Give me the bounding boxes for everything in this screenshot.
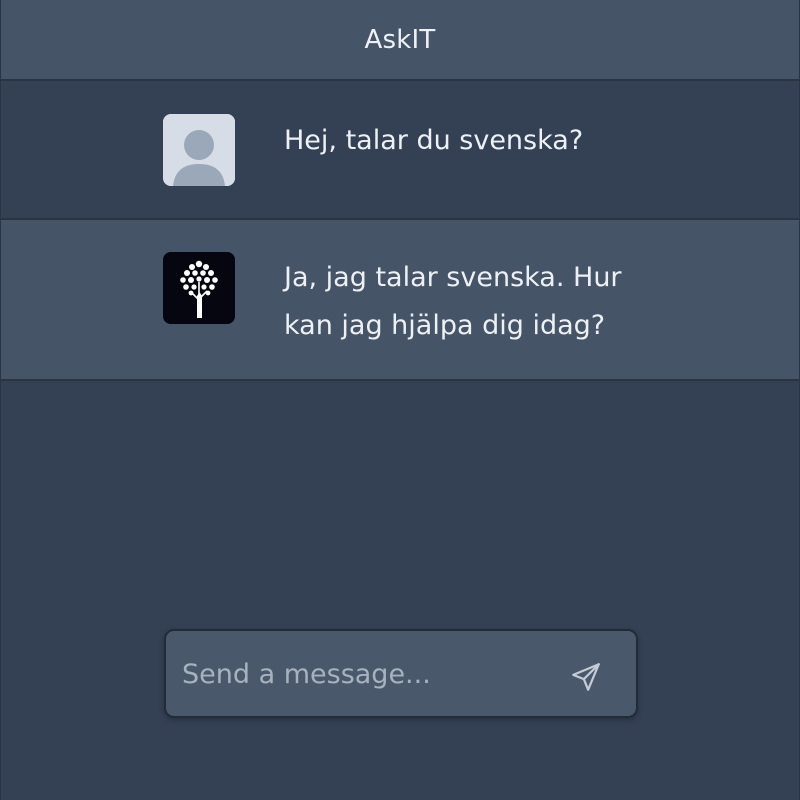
app-header: AskIT: [1, 0, 799, 81]
chat-app: AskIT Hej, talar du svenska? Ja, jag tal…: [0, 0, 800, 800]
user-message-text: Hej, talar du svenska?: [284, 125, 584, 156]
user-avatar-icon: [163, 114, 235, 186]
message-input[interactable]: [182, 651, 542, 697]
tree-logo-icon: [163, 252, 235, 324]
send-icon: [572, 663, 600, 691]
assistant-message: Ja, jag talar svenska. Hur kan jag hjälp…: [1, 220, 799, 381]
assistant-message-text: Ja, jag talar svenska. Hur kan jag hjälp…: [284, 262, 622, 341]
send-button[interactable]: [566, 659, 606, 695]
app-title: AskIT: [364, 24, 436, 55]
user-message: Hej, talar du svenska?: [1, 81, 799, 220]
message-composer: [164, 629, 638, 718]
